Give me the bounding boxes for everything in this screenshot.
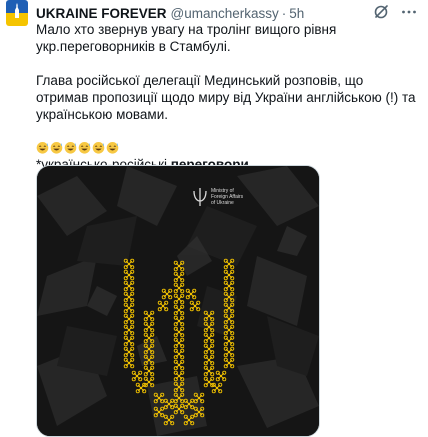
sweat-smile-emoji-icon <box>92 142 105 154</box>
drone-mark <box>143 310 155 322</box>
separator: · <box>281 5 287 21</box>
drone-mark <box>161 288 173 300</box>
drone-mark <box>189 300 201 312</box>
drone-trident-emblem <box>123 258 235 426</box>
drone-mark <box>123 280 135 292</box>
drone-mark <box>203 332 215 344</box>
tweet-header: UKRAINE FOREVER @umancherkassy · 5h <box>36 4 418 22</box>
sweat-smile-emoji-icon <box>64 142 77 154</box>
drone-mark <box>173 304 185 316</box>
tweet[interactable]: UKRAINE FOREVER @umancherkassy · 5h Мало… <box>0 0 428 437</box>
drone-mark <box>183 398 195 410</box>
sweat-smile-emoji-icon <box>78 142 91 154</box>
drone-mark <box>143 354 155 366</box>
drone-mark <box>173 271 185 283</box>
tweet-text: Мало хто звернув увагу на тролінг вищого… <box>36 21 416 173</box>
ukraine-flag-avatar-icon <box>6 0 28 26</box>
drone-mark <box>203 321 215 333</box>
sweat-smile-emoji-icon <box>50 142 63 154</box>
drone-mark <box>123 324 135 336</box>
drone-mark <box>143 343 155 355</box>
drone-mark <box>157 300 169 312</box>
drone-mark <box>123 302 135 314</box>
emoji-row <box>36 139 416 156</box>
drone-mark <box>173 282 185 294</box>
drone-mark <box>173 359 185 371</box>
drone-mark <box>173 370 185 382</box>
sweat-smile-emoji-icon <box>106 142 119 154</box>
drone-mark <box>163 398 175 410</box>
tweet-actions <box>372 3 418 21</box>
drone-mark <box>173 337 185 349</box>
drone-mark <box>203 310 215 322</box>
drone-mark <box>163 414 175 426</box>
drone-mark <box>173 315 185 327</box>
drone-mark <box>183 414 195 426</box>
drone-mark <box>173 260 185 272</box>
drone-mark <box>223 280 235 292</box>
drone-mark <box>143 332 155 344</box>
avatar[interactable] <box>6 0 28 26</box>
drone-mark <box>173 381 185 393</box>
drone-mark <box>203 343 215 355</box>
drone-mark <box>123 258 135 270</box>
drone-mark <box>215 370 227 382</box>
author-name[interactable]: UKRAINE FOREVER <box>36 6 167 21</box>
drone-mark <box>123 357 135 369</box>
drone-mark <box>203 354 215 366</box>
drone-mark <box>223 357 235 369</box>
drone-mark <box>223 302 235 314</box>
drone-mark <box>123 335 135 347</box>
drone-mark <box>223 313 235 325</box>
grok-icon[interactable] <box>372 3 390 21</box>
drone-mark <box>173 293 185 305</box>
drone-mark <box>123 346 135 358</box>
drone-mark <box>223 291 235 303</box>
tweet-paragraph-2: Глава російської делегації Мединський ро… <box>36 73 416 122</box>
drone-mark <box>193 406 205 418</box>
drone-mark <box>173 348 185 360</box>
author-handle[interactable]: @umancherkassy <box>171 6 279 21</box>
drone-mark <box>153 406 165 418</box>
more-icon[interactable] <box>400 3 418 21</box>
drone-mark <box>223 258 235 270</box>
drone-mark <box>223 346 235 358</box>
drone-mark <box>123 313 135 325</box>
drone-mark <box>223 269 235 281</box>
drone-mark <box>223 335 235 347</box>
drone-mark <box>123 269 135 281</box>
drone-mark <box>223 324 235 336</box>
drone-mark <box>123 291 135 303</box>
sweat-smile-emoji-icon <box>36 142 49 154</box>
drone-mark <box>153 392 165 404</box>
drone-mark <box>193 392 205 404</box>
drone-mark <box>203 365 215 377</box>
tweet-image[interactable]: Ministry of Foreign Affairs of Ukraine <box>36 165 320 437</box>
tweet-time[interactable]: 5h <box>289 6 304 21</box>
drone-mark <box>173 403 185 415</box>
drone-mark <box>173 326 185 338</box>
drone-mark <box>143 365 155 377</box>
drone-mark <box>173 392 185 404</box>
drone-mark <box>131 370 143 382</box>
drone-mark <box>143 321 155 333</box>
tweet-paragraph-1: Мало хто звернув увагу на тролінг вищого… <box>36 22 337 54</box>
drone-mark <box>185 288 197 300</box>
